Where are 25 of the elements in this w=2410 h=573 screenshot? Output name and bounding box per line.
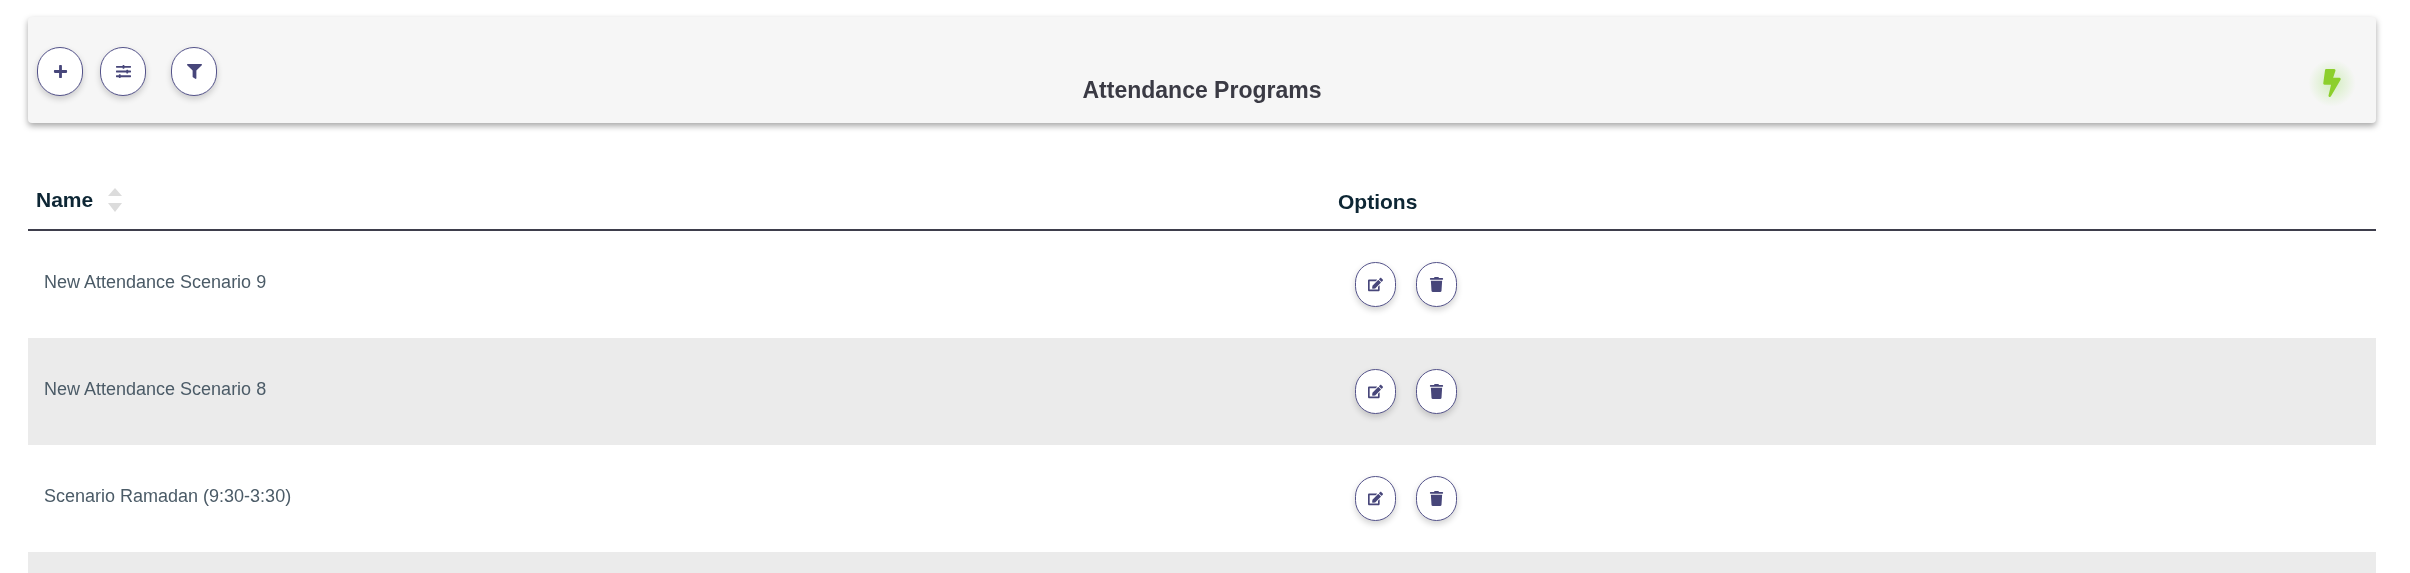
page-title: Attendance Programs bbox=[1082, 76, 1322, 105]
adjust-button[interactable] bbox=[100, 47, 146, 96]
trash-icon bbox=[1429, 384, 1444, 399]
edit-button[interactable] bbox=[1355, 262, 1396, 307]
delete-button[interactable] bbox=[1416, 262, 1457, 307]
delete-button[interactable] bbox=[1416, 476, 1457, 521]
edit-icon bbox=[1368, 277, 1383, 292]
edit-icon bbox=[1368, 491, 1383, 506]
trash-icon bbox=[1429, 491, 1444, 506]
plus-icon bbox=[52, 64, 68, 79]
bolt-icon bbox=[2322, 69, 2342, 97]
column-header[interactable]: Name bbox=[36, 183, 94, 216]
program-name: New Attendance Scenario 9 bbox=[43, 271, 268, 294]
add-button[interactable] bbox=[37, 47, 83, 96]
program-name: Scenario Ramadan (9:30-3:30) bbox=[43, 485, 293, 508]
program-name: New Attendance Scenario 8 bbox=[43, 378, 268, 401]
edit-icon bbox=[1368, 384, 1383, 399]
filter-icon bbox=[186, 64, 202, 79]
sliders-icon bbox=[115, 64, 131, 79]
trash-icon bbox=[1429, 277, 1444, 292]
edit-button[interactable] bbox=[1355, 476, 1396, 521]
delete-button[interactable] bbox=[1416, 369, 1457, 414]
filter-button[interactable] bbox=[171, 47, 217, 96]
edit-button[interactable] bbox=[1355, 369, 1396, 414]
column-header: Options bbox=[1338, 188, 1419, 215]
